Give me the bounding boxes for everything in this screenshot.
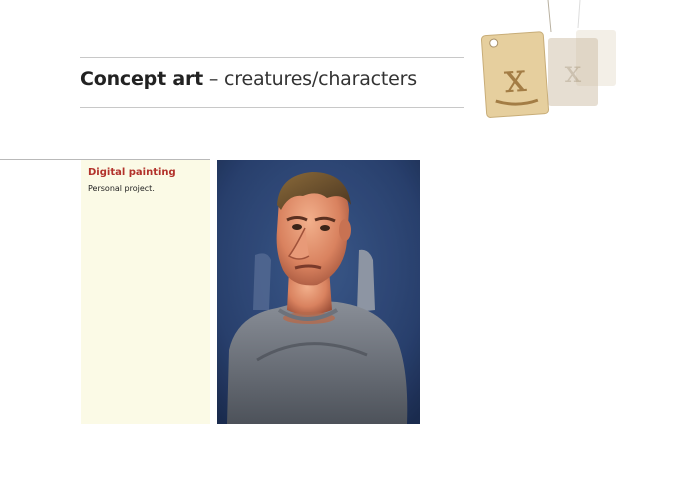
page-title: Concept art – creatures/characters	[80, 68, 470, 90]
page-title-bold: Concept art	[80, 68, 204, 90]
svg-text:x: x	[565, 55, 582, 90]
hanging-tag-logo-icon: x x	[478, 0, 628, 125]
portrait-painting	[217, 160, 420, 424]
svg-text:x: x	[502, 55, 528, 102]
section-heading: Digital painting	[88, 167, 176, 178]
page-title-subtitle: – creatures/characters	[208, 68, 417, 90]
header-bottom-rule	[80, 107, 464, 108]
concept-art-image	[217, 160, 420, 424]
section-description: Personal project.	[88, 184, 155, 193]
header-top-rule	[80, 57, 464, 58]
description-panel: Digital painting Personal project.	[81, 160, 210, 424]
